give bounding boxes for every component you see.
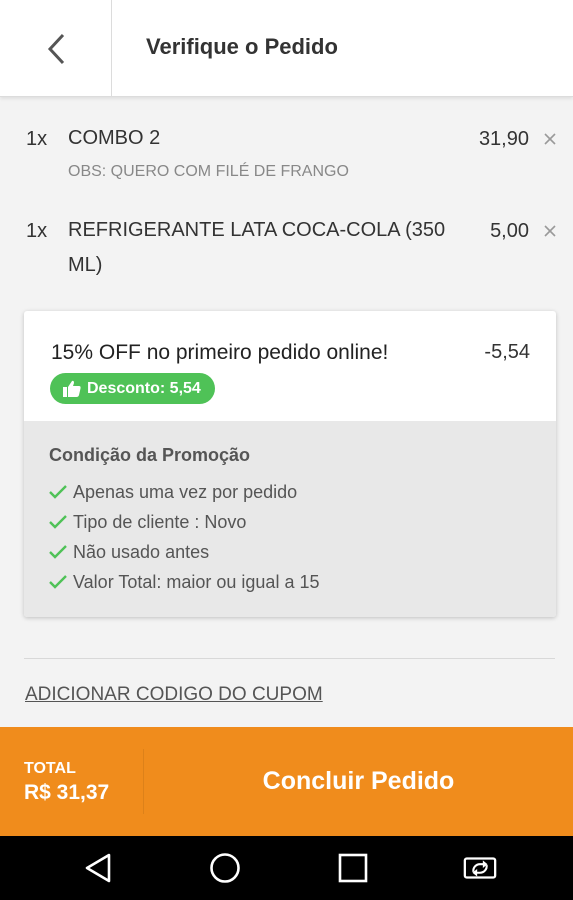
- system-navigation-bar: [0, 836, 573, 900]
- order-item: 1x REFRIGERANTE LATA COCA-COLA (350 ML) …: [0, 218, 573, 292]
- item-price: 31,90: [478, 128, 529, 150]
- thumbs-up-icon: [63, 380, 81, 397]
- item-quantity: 1x: [26, 128, 48, 150]
- add-coupon-link[interactable]: ADICIONAR CODIGO DO CUPOM: [25, 684, 323, 706]
- total-label: TOTAL: [24, 760, 76, 777]
- divider: [24, 658, 555, 659]
- close-icon: [544, 225, 556, 237]
- conditions-title: Condição da Promoção: [49, 445, 251, 465]
- check-icon: [49, 575, 67, 589]
- condition-item: Apenas uma vez por pedido: [48, 477, 319, 507]
- recents-square-icon: [338, 853, 368, 883]
- back-triangle-icon: [85, 853, 111, 883]
- promotion-card: 15% OFF no primeiro pedido online! -5,54…: [24, 311, 556, 617]
- item-observation: OBS: QUERO COM FILÉ DE FRANGO: [68, 163, 349, 180]
- condition-text: Valor Total: maior ou igual a 15: [73, 571, 320, 592]
- item-name: REFRIGERANTE LATA COCA-COLA (350 ML): [68, 219, 446, 276]
- chevron-left-icon: [47, 33, 64, 64]
- promotion-title: 15% OFF no primeiro pedido online!: [51, 341, 389, 364]
- discount-badge: Desconto: 5,54: [50, 373, 215, 404]
- condition-text: Apenas uma vez por pedido: [73, 481, 298, 502]
- condition-text: Tipo de cliente : Novo: [73, 511, 247, 532]
- item-quantity: 1x: [26, 220, 48, 242]
- system-back-button[interactable]: [80, 850, 116, 886]
- check-icon: [49, 545, 67, 559]
- system-home-button[interactable]: [207, 850, 243, 886]
- condition-item: Valor Total: maior ou igual a 15: [48, 567, 319, 597]
- promotion-discount-amount: -5,54: [484, 341, 530, 363]
- system-rotate-button[interactable]: [462, 850, 498, 886]
- home-circle-icon: [210, 853, 240, 883]
- remove-item-button[interactable]: [537, 218, 563, 244]
- checkout-footer: TOTAL R$ 31,37 Concluir Pedido: [0, 727, 573, 836]
- condition-item: Tipo de cliente : Novo: [48, 507, 319, 537]
- promotion-conditions: Condição da Promoção Apenas uma vez por …: [24, 421, 556, 617]
- conditions-list: Apenas uma vez por pedido Tipo de client…: [48, 477, 319, 597]
- condition-item: Não usado antes: [48, 537, 319, 567]
- system-recents-button[interactable]: [335, 850, 371, 886]
- confirm-order-button[interactable]: Concluir Pedido: [144, 727, 573, 836]
- page-title: Verifique o Pedido: [146, 34, 338, 59]
- total-block: TOTAL R$ 31,37: [0, 727, 143, 836]
- condition-text: Não usado antes: [73, 541, 210, 562]
- check-icon: [49, 515, 67, 529]
- item-name: COMBO 2: [68, 127, 161, 149]
- check-icon: [49, 485, 67, 499]
- back-button[interactable]: [0, 0, 112, 97]
- app-header: Verifique o Pedido: [0, 0, 573, 97]
- remove-item-button[interactable]: [537, 126, 563, 152]
- close-icon: [544, 133, 556, 145]
- order-item: 1x COMBO 2 31,90 OBS: QUERO COM FILÉ DE …: [0, 126, 573, 188]
- total-value: R$ 31,37: [24, 781, 110, 804]
- screen-rotate-icon: [463, 857, 497, 879]
- discount-badge-label: Desconto: 5,54: [87, 379, 201, 397]
- item-price: 5,00: [490, 220, 529, 242]
